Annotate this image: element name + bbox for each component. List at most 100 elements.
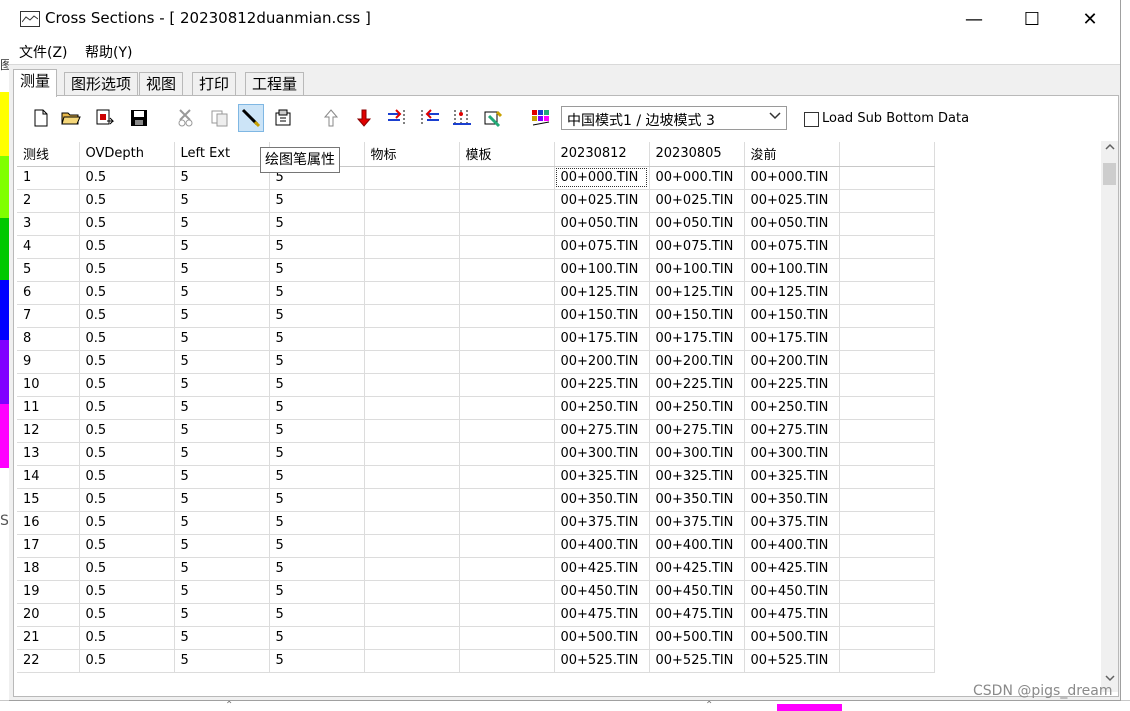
table-cell[interactable] xyxy=(459,649,555,673)
table-cell[interactable]: 00+350.TIN xyxy=(744,488,840,512)
table-row[interactable]: 6 0.5 5 5 00+125.TIN 00+125.TIN 00+125.TIN xyxy=(17,281,935,305)
menu-file[interactable]: 文件(Z) xyxy=(19,42,68,62)
table-cell[interactable] xyxy=(364,465,460,489)
table-cell[interactable]: 5 xyxy=(174,511,270,535)
table-cell[interactable] xyxy=(459,580,555,604)
pen-properties-icon[interactable] xyxy=(238,104,264,132)
table-cell[interactable]: 00+250.TIN xyxy=(744,396,840,420)
palette-icon[interactable] xyxy=(530,107,552,129)
table-cell[interactable]: 00+475.TIN xyxy=(744,603,840,627)
table-cell[interactable]: 5 xyxy=(269,580,365,604)
table-cell[interactable]: 00+450.TIN xyxy=(649,580,745,604)
table-cell[interactable]: 5 xyxy=(174,258,270,282)
column-header[interactable]: Left Ext xyxy=(174,142,270,167)
table-cell[interactable]: 00+100.TIN xyxy=(649,258,745,282)
table-cell[interactable]: 00+125.TIN xyxy=(649,281,745,305)
properties-icon[interactable] xyxy=(273,107,295,129)
table-cell[interactable]: 00+025.TIN xyxy=(554,189,650,213)
table-cell[interactable]: 5 xyxy=(269,442,365,466)
table-cell[interactable] xyxy=(839,649,935,673)
table-cell[interactable]: 00+075.TIN xyxy=(554,235,650,259)
table-cell[interactable]: 5 xyxy=(174,281,270,305)
table-cell[interactable]: 5 xyxy=(269,557,365,581)
table-cell[interactable]: 00+475.TIN xyxy=(554,603,650,627)
table-cell[interactable] xyxy=(364,488,460,512)
table-cell[interactable]: 5 xyxy=(269,465,365,489)
table-cell[interactable]: 00+150.TIN xyxy=(649,304,745,328)
move-up-icon[interactable] xyxy=(320,107,342,129)
table-cell[interactable]: 00+300.TIN xyxy=(649,442,745,466)
table-cell[interactable]: 5 xyxy=(269,304,365,328)
table-cell[interactable] xyxy=(364,373,460,397)
insert-mark-icon[interactable] xyxy=(451,107,473,129)
table-cell[interactable]: 5 xyxy=(269,350,365,374)
table-cell[interactable] xyxy=(839,557,935,581)
table-cell[interactable]: 5 xyxy=(174,465,270,489)
table-cell[interactable]: 0.5 xyxy=(79,235,175,259)
table-cell[interactable]: 00+375.TIN xyxy=(649,511,745,535)
table-cell[interactable]: 00+400.TIN xyxy=(649,534,745,558)
table-cell[interactable]: 00+375.TIN xyxy=(554,511,650,535)
table-cell[interactable]: 00+025.TIN xyxy=(744,189,840,213)
table-cell[interactable]: 5 xyxy=(174,235,270,259)
table-cell[interactable]: 1 xyxy=(17,166,80,190)
table-cell[interactable]: 5 xyxy=(269,373,365,397)
table-cell[interactable] xyxy=(459,488,555,512)
table-row[interactable]: 22 0.5 5 5 00+525.TIN 00+525.TIN 00+525.TIN xyxy=(17,649,935,673)
table-cell[interactable] xyxy=(459,603,555,627)
table-cell[interactable]: 5 xyxy=(174,488,270,512)
table-cell[interactable] xyxy=(839,189,935,213)
tab-print[interactable]: 打印 xyxy=(192,72,237,95)
table-cell[interactable]: 9 xyxy=(17,350,80,374)
table-cell[interactable] xyxy=(459,465,555,489)
table-cell[interactable] xyxy=(459,626,555,650)
table-cell[interactable]: 0.5 xyxy=(79,465,175,489)
load-sub-bottom-checkbox[interactable] xyxy=(804,112,819,127)
table-row[interactable]: 13 0.5 5 5 00+300.TIN 00+300.TIN 00+300.TIN xyxy=(17,442,935,466)
table-cell[interactable]: 5 xyxy=(174,534,270,558)
open-folder-icon[interactable] xyxy=(60,107,82,129)
table-cell[interactable]: 0.5 xyxy=(79,580,175,604)
column-header[interactable]: 模板 xyxy=(459,142,555,167)
table-row[interactable]: 17 0.5 5 5 00+400.TIN 00+400.TIN 00+400.TIN xyxy=(17,534,935,558)
table-cell[interactable]: 20 xyxy=(17,603,80,627)
table-cell[interactable] xyxy=(364,603,460,627)
table-cell[interactable]: 00+050.TIN xyxy=(744,212,840,236)
tab-quantities[interactable]: 工程量 xyxy=(245,72,305,95)
table-cell[interactable]: 0.5 xyxy=(79,442,175,466)
table-row[interactable]: 19 0.5 5 5 00+450.TIN 00+450.TIN 00+450.TIN xyxy=(17,580,935,604)
table-cell[interactable]: 0.5 xyxy=(79,166,175,190)
table-cell[interactable]: 0.5 xyxy=(79,350,175,374)
table-cell[interactable] xyxy=(459,235,555,259)
table-row[interactable]: 21 0.5 5 5 00+500.TIN 00+500.TIN 00+500.TIN xyxy=(17,626,935,650)
table-cell[interactable]: 4 xyxy=(17,235,80,259)
export-icon[interactable] xyxy=(94,107,116,129)
table-cell[interactable]: 00+075.TIN xyxy=(649,235,745,259)
table-cell[interactable]: 7 xyxy=(17,304,80,328)
table-cell[interactable]: 5 xyxy=(269,419,365,443)
insert-right-icon[interactable] xyxy=(386,107,408,129)
table-cell[interactable] xyxy=(364,580,460,604)
table-cell[interactable]: 00+250.TIN xyxy=(649,396,745,420)
table-cell[interactable]: 00+525.TIN xyxy=(744,649,840,673)
table-cell[interactable]: 17 xyxy=(17,534,80,558)
table-cell[interactable]: 5 xyxy=(17,258,80,282)
table-cell[interactable]: 15 xyxy=(17,488,80,512)
table-cell[interactable]: 5 xyxy=(174,580,270,604)
close-button[interactable]: ✕ xyxy=(1061,0,1119,38)
table-cell[interactable] xyxy=(839,327,935,351)
table-cell[interactable]: 00+500.TIN xyxy=(649,626,745,650)
table-cell[interactable] xyxy=(459,511,555,535)
table-cell[interactable]: 0.5 xyxy=(79,488,175,512)
table-cell[interactable]: 8 xyxy=(17,327,80,351)
table-cell[interactable] xyxy=(364,534,460,558)
mode-select[interactable]: 中国模式1 / 边坡模式 3 xyxy=(561,106,787,130)
table-cell[interactable]: 00+525.TIN xyxy=(554,649,650,673)
table-cell[interactable] xyxy=(839,465,935,489)
table-cell[interactable]: 5 xyxy=(269,212,365,236)
table-cell[interactable]: 0.5 xyxy=(79,511,175,535)
table-cell[interactable]: 0.5 xyxy=(79,304,175,328)
table-cell[interactable] xyxy=(459,442,555,466)
table-cell[interactable]: 5 xyxy=(269,534,365,558)
table-cell[interactable]: 00+350.TIN xyxy=(554,488,650,512)
